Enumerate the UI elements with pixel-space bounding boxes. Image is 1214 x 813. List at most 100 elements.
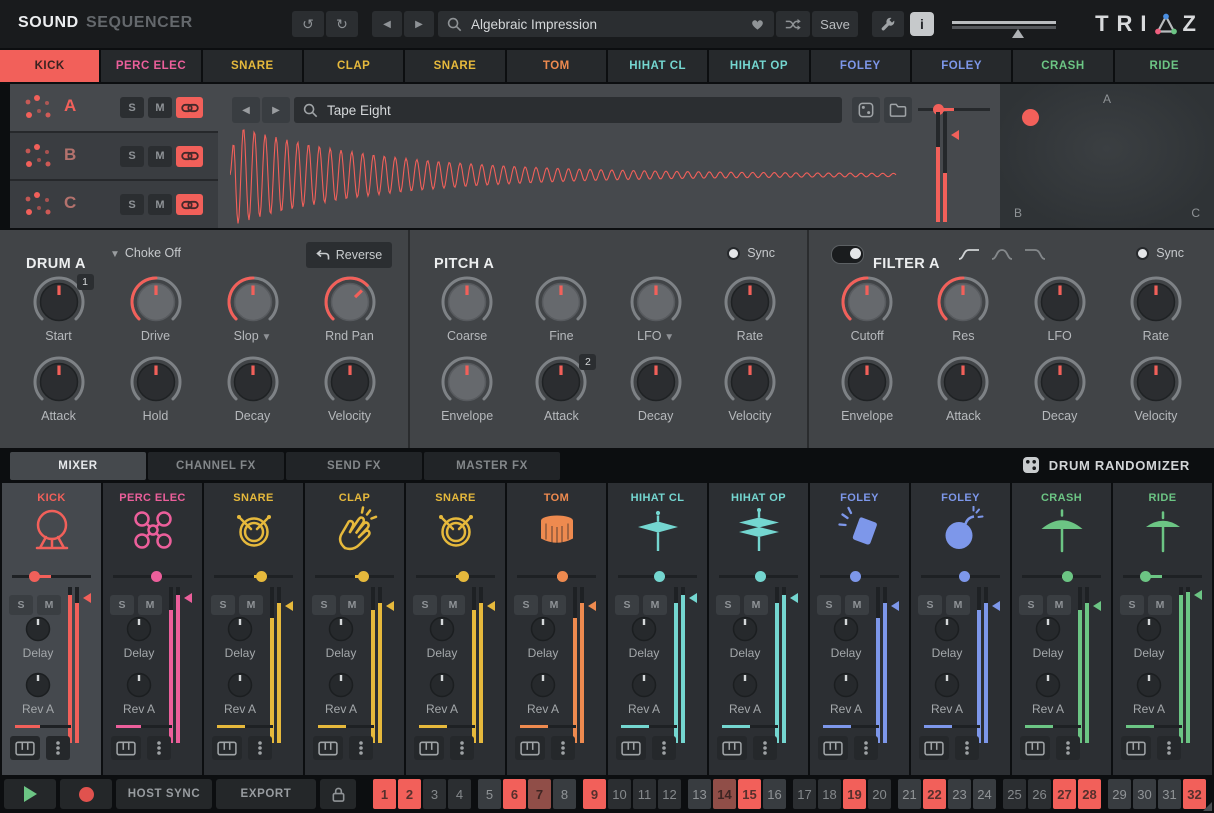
redo-button[interactable]: ↻ — [326, 11, 358, 37]
channel-meter-peak-marker[interactable] — [285, 601, 293, 611]
browse-folder-button[interactable] — [884, 97, 912, 123]
sample-waveform[interactable] — [230, 122, 898, 228]
knob-dial[interactable] — [1028, 276, 1092, 328]
channel-mute-button[interactable]: M — [845, 595, 869, 615]
reverse-button[interactable]: Reverse — [306, 242, 392, 268]
channel-delay-knob[interactable] — [406, 615, 478, 643]
channel-meter-peak-marker[interactable] — [588, 601, 596, 611]
drum-decay-knob[interactable]: Decay — [206, 356, 300, 423]
channel-menu-button[interactable] — [46, 736, 70, 760]
filter-cutoff-knob[interactable]: Cutoff — [820, 276, 914, 343]
blend-position-handle[interactable] — [1022, 109, 1039, 126]
channel-mute-button[interactable]: M — [1047, 595, 1071, 615]
knob-dial[interactable] — [318, 356, 382, 408]
preset-search-input[interactable] — [469, 16, 745, 33]
channel-solo-button[interactable]: S — [413, 595, 437, 615]
channel-solo-button[interactable]: S — [211, 595, 235, 615]
channel-solo-button[interactable]: S — [817, 595, 841, 615]
drum-tab-clap[interactable]: CLAP — [304, 50, 403, 82]
channel-reverb-knob[interactable] — [507, 671, 579, 699]
step-13[interactable]: 13 — [688, 779, 711, 809]
knob-dial[interactable] — [318, 276, 382, 328]
step-12[interactable]: 12 — [658, 779, 681, 809]
channel-slider-handle[interactable] — [151, 571, 162, 582]
channel-meter-peak-marker[interactable] — [487, 601, 495, 611]
channel-mute-button[interactable]: M — [542, 595, 566, 615]
sample-prev-button[interactable]: ◀ — [232, 97, 260, 123]
channel-meter-peak-marker[interactable] — [992, 601, 1000, 611]
step-28[interactable]: 28 — [1078, 779, 1101, 809]
pitch-coarse-knob[interactable]: Coarse — [420, 276, 514, 343]
info-button[interactable]: i — [910, 12, 934, 36]
drum-attack-knob[interactable]: Attack — [12, 356, 106, 423]
knob-dial[interactable] — [435, 356, 499, 408]
channel-reverb-knob[interactable] — [2, 671, 74, 699]
channel-delay-knob[interactable] — [608, 615, 680, 643]
mixer-strip-crash[interactable]: CRASHSMDelayRev A — [1012, 483, 1111, 775]
channel-solo-button[interactable]: S — [514, 595, 538, 615]
play-button[interactable] — [4, 779, 56, 809]
drum-tab-tom[interactable]: TOM — [507, 50, 606, 82]
filter-sync-toggle[interactable]: Sync — [1136, 246, 1184, 260]
channel-slider-handle[interactable] — [755, 571, 766, 582]
knob-dial[interactable] — [1124, 276, 1188, 328]
mixer-strip-foley[interactable]: FOLEYSMDelayRev A — [911, 483, 1010, 775]
channel-mute-button[interactable]: M — [946, 595, 970, 615]
channel-menu-button[interactable] — [147, 736, 171, 760]
step-21[interactable]: 21 — [898, 779, 921, 809]
channel-mute-button[interactable]: M — [441, 595, 465, 615]
knob-dial[interactable] — [221, 276, 285, 328]
knob-dial[interactable] — [624, 276, 688, 328]
filter-res-knob[interactable]: Res — [916, 276, 1010, 343]
step-4[interactable]: 4 — [448, 779, 471, 809]
step-15[interactable]: 15 — [738, 779, 761, 809]
channel-delay-knob[interactable] — [810, 615, 882, 643]
layer-row-a[interactable]: ASM — [10, 84, 218, 131]
favorite-button[interactable] — [740, 11, 774, 37]
drum-tab-foley[interactable]: FOLEY — [811, 50, 910, 82]
channel-slider-handle[interactable] — [654, 571, 665, 582]
keyboard-mode-button[interactable] — [10, 736, 40, 760]
layer-c-solo-button[interactable]: S — [120, 194, 144, 215]
preset-prev-button[interactable]: ◀ — [372, 11, 402, 37]
channel-mute-button[interactable]: M — [1148, 595, 1172, 615]
settings-wrench-button[interactable] — [872, 11, 904, 37]
tab-send-fx[interactable]: SEND FX — [286, 452, 422, 480]
step-20[interactable]: 20 — [868, 779, 891, 809]
channel-slider-handle[interactable] — [1140, 571, 1151, 582]
channel-menu-button[interactable] — [349, 736, 373, 760]
pitch-decay-knob[interactable]: Decay — [609, 356, 703, 423]
drum-tab-foley[interactable]: FOLEY — [912, 50, 1011, 82]
channel-delay-knob[interactable] — [103, 615, 175, 643]
mixer-strip-kick[interactable]: KICKSMDelayRev A — [2, 483, 101, 775]
channel-menu-button[interactable] — [652, 736, 676, 760]
layer-b-mute-button[interactable]: M — [148, 146, 172, 167]
knob-dial[interactable] — [931, 356, 995, 408]
drum-tab-snare[interactable]: SNARE — [405, 50, 504, 82]
channel-reverb-knob[interactable] — [1012, 671, 1084, 699]
channel-mute-button[interactable]: M — [37, 595, 61, 615]
step-2[interactable]: 2 — [398, 779, 421, 809]
record-button[interactable] — [60, 779, 112, 809]
channel-reverb-knob[interactable] — [305, 671, 377, 699]
drum-slop-knob[interactable]: Slop ▼ — [206, 276, 300, 343]
layer-row-c[interactable]: CSM — [10, 179, 218, 228]
mixer-strip-perc-elec[interactable]: PERC ELECSMDelayRev A — [103, 483, 202, 775]
drum-tab-crash[interactable]: CRASH — [1013, 50, 1112, 82]
channel-mute-button[interactable]: M — [643, 595, 667, 615]
keyboard-mode-button[interactable] — [717, 736, 747, 760]
channel-slider-handle[interactable] — [557, 571, 568, 582]
keyboard-mode-button[interactable] — [515, 736, 545, 760]
channel-mute-button[interactable]: M — [744, 595, 768, 615]
pitch-rate-knob[interactable]: Rate — [703, 276, 797, 343]
drum-tab-perc-elec[interactable]: PERC ELEC — [101, 50, 200, 82]
filter-decay-knob[interactable]: Decay — [1013, 356, 1107, 423]
knob-dial[interactable] — [718, 276, 782, 328]
undo-button[interactable]: ↺ — [292, 11, 324, 37]
layer-a-link-button[interactable] — [176, 97, 203, 118]
knob-dial[interactable] — [835, 356, 899, 408]
channel-delay-knob[interactable] — [507, 615, 579, 643]
step-3[interactable]: 3 — [423, 779, 446, 809]
channel-slider-handle[interactable] — [256, 571, 267, 582]
channel-solo-button[interactable]: S — [615, 595, 639, 615]
